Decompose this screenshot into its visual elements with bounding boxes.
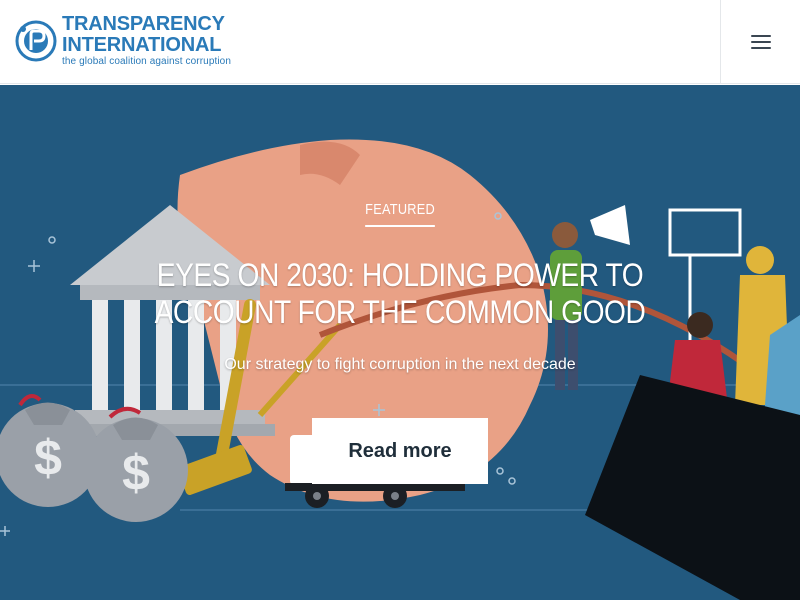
hamburger-menu-icon: [750, 35, 771, 49]
site-header: TRANSPARENCY INTERNATIONAL the global co…: [0, 0, 800, 84]
hero-title[interactable]: EYES ON 2030: HOLDING POWER TO ACCOUNT F…: [60, 257, 740, 331]
hero-title-text: EYES ON 2030: HOLDING POWER TO ACCOUNT F…: [154, 257, 646, 330]
logo-line-1: TRANSPARENCY: [62, 13, 225, 35]
hero-banner: $ $ FEATURED EYES ON 2030: HOLDING POWER…: [0, 85, 800, 600]
featured-label-wrap: FEATURED: [0, 201, 800, 227]
hero-content: FEATURED EYES ON 2030: HOLDING POWER TO …: [0, 85, 800, 600]
logo-line-2: INTERNATIONAL: [62, 34, 222, 56]
logo-text: TRANSPARENCY INTERNATIONAL the global co…: [62, 14, 231, 68]
read-more-button[interactable]: Read more: [312, 418, 488, 484]
featured-label: FEATURED: [365, 201, 435, 227]
site-logo[interactable]: TRANSPARENCY INTERNATIONAL the global co…: [15, 14, 231, 68]
hero-subtitle: Our strategy to fight corruption in the …: [224, 356, 576, 373]
logo-tagline: the global coalition against corruption: [62, 56, 232, 67]
logo-mark-icon: [15, 20, 57, 62]
menu-button[interactable]: [720, 0, 800, 84]
